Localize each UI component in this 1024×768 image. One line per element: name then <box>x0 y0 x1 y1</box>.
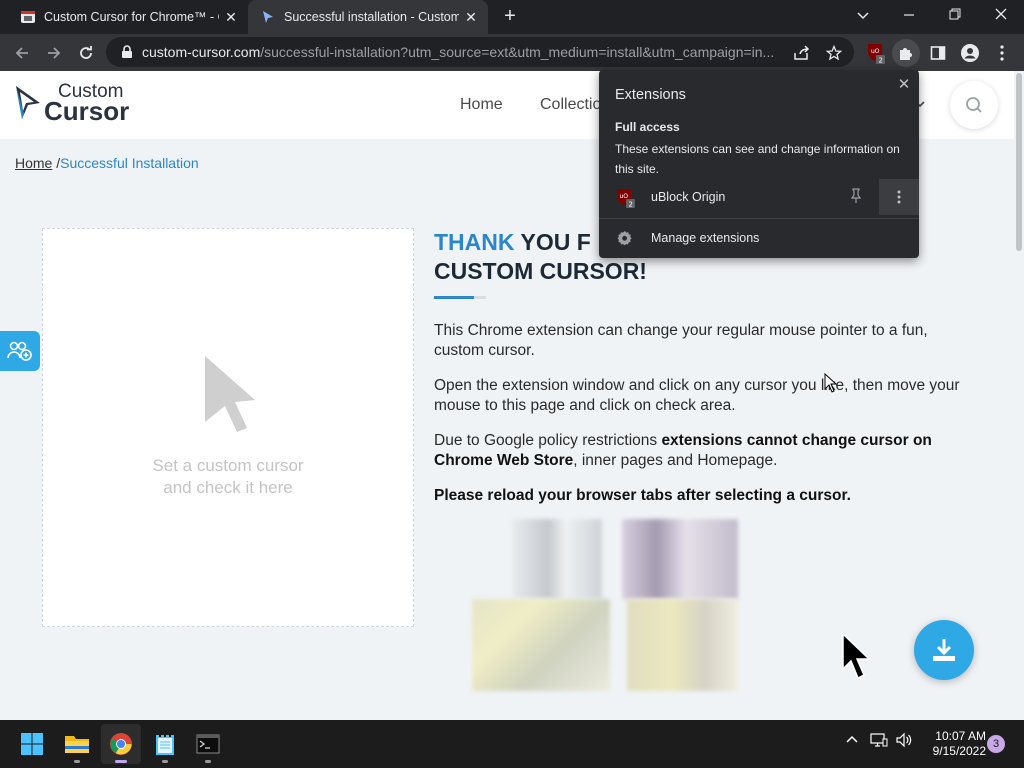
cursor-arrow-icon <box>205 356 255 432</box>
running-indicator <box>115 760 127 763</box>
tab-close-icon[interactable]: ✕ <box>463 9 479 26</box>
popup-description: These extensions can see and change info… <box>615 142 900 176</box>
profile-avatar-icon[interactable] <box>956 39 984 67</box>
new-tab-button[interactable]: + <box>498 4 522 28</box>
tab-close-icon[interactable]: ✕ <box>223 9 239 26</box>
tab-title: Custom Cursor for Chrome™ - Ch <box>44 10 219 24</box>
svg-text:uO: uO <box>871 48 880 55</box>
nav-collections[interactable]: Collectio <box>540 96 601 114</box>
heading-rest: YOU F <box>514 229 591 255</box>
download-icon <box>933 639 955 661</box>
share-icon[interactable] <box>788 39 816 67</box>
tab-title: Successful installation - Custom C <box>284 10 459 24</box>
tab-custom-cursor-chrome[interactable]: Custom Cursor for Chrome™ - Ch ✕ <box>0 0 248 34</box>
heading-underline-muted <box>474 296 486 299</box>
chrome-menu-icon[interactable] <box>988 39 1016 67</box>
popup-title: Extensions <box>615 87 686 103</box>
paragraph-restrictions: Due to Google policy restrictions extens… <box>434 432 932 469</box>
heading-underline-accent <box>434 296 474 299</box>
url-text: custom-cursor.com/successful-installatio… <box>142 44 775 60</box>
terminal-icon <box>196 734 220 754</box>
folder-icon <box>65 736 89 753</box>
browser-toolbar: custom-cursor.com/successful-installatio… <box>0 34 1024 71</box>
gear-icon <box>617 231 632 246</box>
browser-tab-strip: Custom Cursor for Chrome™ - Ch ✕ Success… <box>0 0 1024 34</box>
paragraph-reload-notice: Please reload your browser tabs after se… <box>434 487 851 504</box>
windows-taskbar: 10:07 AM 9/15/2022 3 <box>0 720 1024 768</box>
forward-button[interactable] <box>40 39 68 67</box>
breadcrumb-home-link[interactable]: Home <box>15 155 52 171</box>
reload-button[interactable] <box>72 39 100 67</box>
extension-more-button[interactable] <box>879 179 919 215</box>
extension-item-badge: 2 <box>629 201 633 209</box>
heading-highlight: THANK <box>434 229 515 255</box>
users-add-icon <box>7 341 32 361</box>
notepad-icon <box>156 733 174 755</box>
extensions-popup: Extensions ✕ Full access These extension… <box>599 70 919 258</box>
cursor-check-area[interactable]: Set a custom cursor and check it here <box>42 228 414 627</box>
close-window-button[interactable] <box>978 0 1024 30</box>
custom-cursor-favicon-icon <box>21 11 35 23</box>
extension-item-name: uBlock Origin <box>651 190 726 204</box>
start-button[interactable] <box>12 724 52 764</box>
cursor-favicon-icon <box>263 11 273 23</box>
breadcrumb: Home /Successful Installation <box>15 155 199 171</box>
taskbar-clock[interactable]: 10:07 AM 9/15/2022 <box>920 729 986 759</box>
ublock-origin-icon: uO 2 <box>617 189 635 209</box>
check-area-hint-line-2: and check it here <box>163 478 293 497</box>
pin-icon[interactable] <box>849 188 863 204</box>
side-panel-icon[interactable] <box>924 39 952 67</box>
check-area-hint-line-1: Set a custom cursor <box>152 456 304 475</box>
side-community-button[interactable] <box>0 331 40 371</box>
tray-chevron-up-icon[interactable] <box>845 732 859 751</box>
manage-extensions-button[interactable]: Manage extensions <box>599 219 919 257</box>
heading-line-2: CUSTOM CURSOR! <box>434 258 647 284</box>
search-icon <box>966 97 982 113</box>
nav-home[interactable]: Home <box>460 96 503 114</box>
close-icon[interactable]: ✕ <box>895 75 913 93</box>
popup-section-heading: Full access <box>615 120 680 134</box>
extension-item-ublock-origin[interactable]: uO 2 uBlock Origin <box>599 179 919 215</box>
network-icon[interactable] <box>870 732 888 753</box>
minimize-button[interactable] <box>886 0 932 30</box>
clock-date: 9/15/2022 <box>932 744 986 758</box>
download-button[interactable] <box>914 620 974 680</box>
running-indicator <box>162 760 168 763</box>
windows-logo-icon <box>21 733 43 755</box>
logo-line-2: Cursor <box>44 96 130 126</box>
taskbar-notepad[interactable] <box>145 724 185 764</box>
tab-successful-installation[interactable]: Successful installation - Custom C ✕ <box>248 0 488 34</box>
more-vertical-icon <box>897 190 901 204</box>
running-indicator <box>205 760 211 763</box>
site-search-button[interactable] <box>950 81 998 129</box>
scrollbar-thumb[interactable] <box>1016 73 1022 251</box>
extensions-puzzle-icon[interactable] <box>892 39 920 67</box>
restore-button[interactable] <box>932 0 978 30</box>
taskbar-chrome[interactable] <box>101 724 141 764</box>
paragraph-intro: This Chrome extension can change your re… <box>434 322 928 359</box>
taskbar-file-explorer[interactable] <box>57 724 97 764</box>
breadcrumb-current: Successful Installation <box>60 155 199 171</box>
address-bar[interactable]: custom-cursor.com/successful-installatio… <box>106 37 854 67</box>
volume-icon[interactable] <box>895 732 913 753</box>
paragraph-instructions: Open the extension window and click on a… <box>434 377 960 414</box>
taskbar-terminal[interactable] <box>188 724 228 764</box>
lock-icon[interactable] <box>112 45 142 59</box>
chrome-icon <box>110 733 132 755</box>
bookmark-star-icon[interactable] <box>820 39 848 67</box>
notification-count-badge[interactable]: 3 <box>987 735 1005 753</box>
clock-time: 10:07 AM <box>935 729 986 743</box>
back-button[interactable] <box>8 39 36 67</box>
ublock-origin-extension-icon[interactable]: uO 2 <box>862 39 890 67</box>
manage-extensions-label: Manage extensions <box>651 231 760 245</box>
page-scrollbar[interactable] <box>1014 71 1024 720</box>
tab-search-chevron-icon[interactable] <box>840 0 886 30</box>
running-indicator <box>74 760 80 763</box>
blurred-preview-image <box>472 519 738 691</box>
check-area-hint: Set a custom cursor and check it here <box>43 455 413 499</box>
extension-badge: 2 <box>879 57 883 65</box>
svg-text:uO: uO <box>620 193 629 200</box>
logo-wordmark: Custom Cursor <box>44 82 130 126</box>
